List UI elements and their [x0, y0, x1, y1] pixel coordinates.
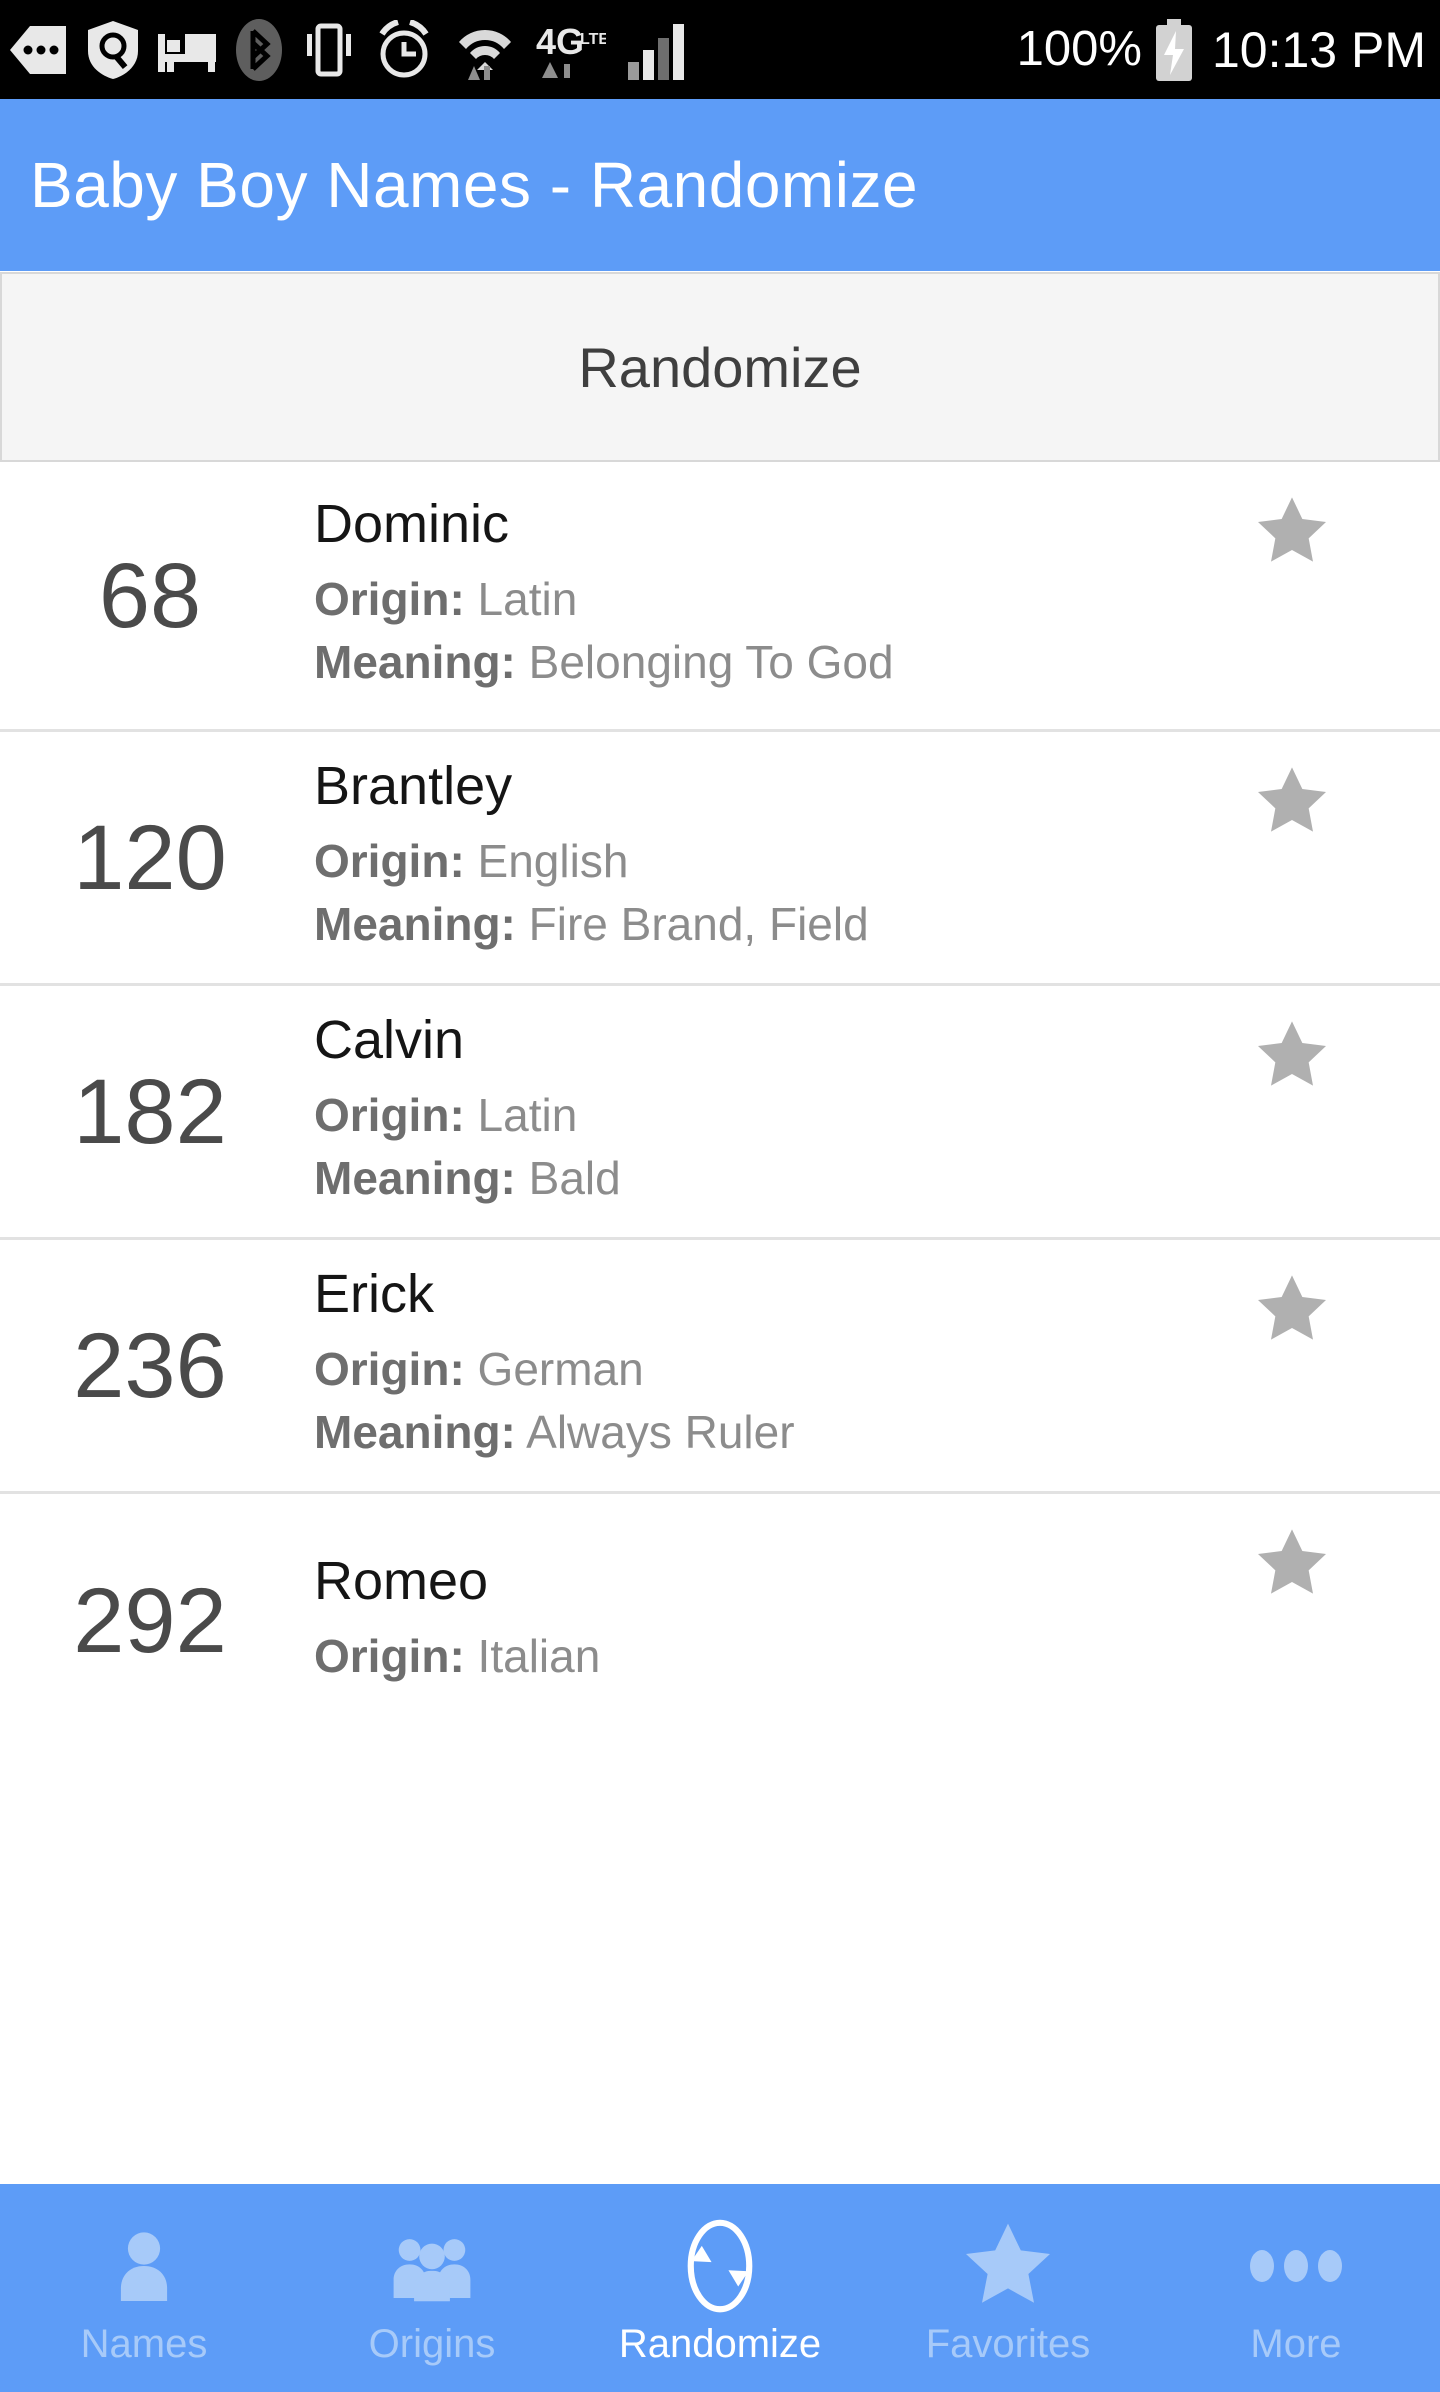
svg-text:LTE: LTE	[580, 31, 606, 48]
bluetooth-icon	[236, 18, 282, 81]
tab-label: Favorites	[925, 2322, 1091, 2366]
randomize-button[interactable]: Randomize	[0, 272, 1440, 462]
app-screen: 4G LTE 100% 10:13 PM Baby Boy Names - Ran…	[0, 0, 1440, 2392]
table-row[interactable]: 120 Brantley Origin: English Meaning: Fi…	[0, 732, 1440, 986]
rank-number: 236	[73, 1314, 227, 1417]
battery-percent-label: 100%	[1016, 22, 1142, 76]
rank-number: 292	[73, 1570, 227, 1672]
page-title: Baby Boy Names - Randomize	[30, 149, 919, 221]
star-icon	[1258, 1275, 1326, 1340]
meaning-label: Meaning:	[314, 1152, 516, 1205]
star-icon	[1258, 1021, 1326, 1086]
meaning-label: Meaning:	[314, 636, 516, 689]
tab-origins[interactable]: Origins	[288, 2184, 576, 2392]
tab-names[interactable]: Names	[0, 2184, 288, 2392]
table-row[interactable]: 236 Erick Origin: German Meaning: Always…	[0, 1240, 1440, 1494]
origin-line: Origin: Italian	[314, 1625, 1250, 1688]
meaning-line: Meaning: Bald	[314, 1147, 1250, 1210]
meaning-label: Meaning:	[314, 1406, 516, 1459]
shield-search-icon	[88, 20, 138, 79]
alarm-icon	[374, 19, 434, 80]
origin-label: Origin:	[314, 572, 465, 625]
origin-value: Italian	[477, 1630, 601, 1683]
meaning-line: Meaning: Always Ruler	[314, 1401, 1250, 1464]
name-label: Dominic	[314, 494, 510, 555]
name-info: Dominic Origin: Latin Meaning: Belonging…	[300, 492, 1250, 695]
origin-line: Origin: English	[314, 830, 1250, 893]
favorite-toggle[interactable]	[1250, 1518, 1440, 1604]
tab-randomize[interactable]: Randomize	[576, 2184, 864, 2392]
meaning-value: Bald	[528, 1152, 621, 1205]
name-info: Brantley Origin: English Meaning: Fire B…	[300, 754, 1250, 957]
refresh-circular-arrows-icon	[669, 2212, 771, 2320]
origin-value: German	[477, 1342, 644, 1395]
origin-label: Origin:	[314, 1088, 465, 1141]
origin-value: Latin	[477, 572, 578, 625]
three-dots-icon	[1246, 2212, 1346, 2320]
name-label: Calvin	[314, 1010, 465, 1071]
meaning-line: Meaning: Belonging To God	[314, 631, 1250, 694]
tab-label: More	[1250, 2322, 1342, 2366]
name-label: Erick	[314, 1264, 434, 1325]
do-not-disturb-bed-icon	[158, 28, 216, 72]
back-arrow-icon	[8, 25, 68, 74]
favorite-toggle[interactable]	[1250, 1010, 1440, 1096]
tab-more[interactable]: More	[1152, 2184, 1440, 2392]
wifi-icon	[454, 20, 516, 80]
battery-charging-icon	[1152, 18, 1196, 81]
meaning-line: Meaning: Fire Brand, Field	[314, 893, 1250, 956]
meaning-value: Always Ruler	[526, 1406, 795, 1459]
star-icon	[959, 2212, 1057, 2320]
name-list[interactable]: 68 Dominic Origin: Latin Meaning: Belong…	[0, 462, 1440, 2208]
network-4glte-icon: 4G LTE	[536, 20, 606, 80]
table-row[interactable]: 292 Romeo Origin: Italian	[0, 1494, 1440, 1748]
rank-number: 68	[98, 544, 202, 647]
favorite-toggle[interactable]	[1250, 756, 1440, 842]
status-bar-right: 100% 10:13 PM	[1016, 18, 1426, 81]
vibrate-icon	[302, 20, 354, 80]
people-group-icon	[384, 2212, 480, 2320]
name-info: Romeo Origin: Italian	[300, 1549, 1250, 1688]
meaning-value: Belonging To God	[528, 636, 894, 689]
rank-number: 182	[73, 1060, 227, 1163]
table-row[interactable]: 68 Dominic Origin: Latin Meaning: Belong…	[0, 462, 1440, 732]
meaning-label: Meaning:	[314, 898, 516, 951]
origin-line: Origin: Latin	[314, 568, 1250, 631]
name-info: Erick Origin: German Meaning: Always Rul…	[300, 1262, 1250, 1465]
app-title-bar: Baby Boy Names - Randomize	[0, 99, 1440, 271]
status-bar: 4G LTE 100% 10:13 PM	[0, 0, 1440, 99]
signal-bars-icon	[626, 20, 692, 80]
name-label: Romeo	[314, 1551, 489, 1612]
name-info: Calvin Origin: Latin Meaning: Bald	[300, 1008, 1250, 1211]
status-bar-left-icons: 4G LTE	[8, 18, 692, 81]
origin-line: Origin: German	[314, 1338, 1250, 1401]
origin-label: Origin:	[314, 1630, 465, 1683]
tab-label: Randomize	[618, 2322, 822, 2366]
tab-label: Names	[80, 2322, 208, 2366]
person-icon	[102, 2212, 186, 2320]
table-row[interactable]: 182 Calvin Origin: Latin Meaning: Bald	[0, 986, 1440, 1240]
svg-text:4G: 4G	[536, 21, 584, 62]
star-icon	[1258, 1529, 1326, 1594]
clock-label: 10:13 PM	[1211, 21, 1426, 78]
name-label: Brantley	[314, 756, 513, 817]
origin-value: English	[477, 834, 629, 887]
meaning-value: Fire Brand, Field	[528, 898, 869, 951]
origin-label: Origin:	[314, 1342, 465, 1395]
favorite-toggle[interactable]	[1250, 486, 1440, 572]
rank-number: 120	[73, 806, 227, 909]
bottom-tab-bar: Names Origins Randomize Favorites More	[0, 2184, 1440, 2392]
origin-label: Origin:	[314, 834, 465, 887]
tab-favorites[interactable]: Favorites	[864, 2184, 1152, 2392]
star-icon	[1258, 767, 1326, 832]
star-icon	[1258, 497, 1326, 562]
origin-line: Origin: Latin	[314, 1084, 1250, 1147]
tab-label: Origins	[368, 2322, 496, 2366]
favorite-toggle[interactable]	[1250, 1264, 1440, 1350]
origin-value: Latin	[477, 1088, 578, 1141]
